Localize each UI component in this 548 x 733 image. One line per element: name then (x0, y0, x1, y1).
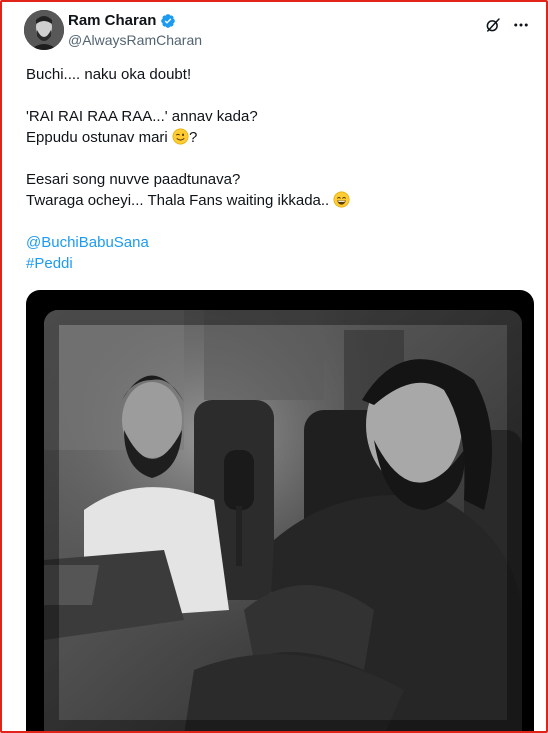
winking-face-emoji-icon (172, 128, 189, 145)
more-options-icon[interactable] (512, 16, 530, 34)
author-name-row: Ram Charan (68, 12, 176, 29)
author-handle[interactable]: @AlwaysRamCharan (68, 32, 202, 48)
tweet-text: Buchi.... naku oka doubt! 'RAI RAI RAA R… (26, 64, 526, 274)
tweet-card: Ram Charan @AlwaysRamCharan Buchi.... na… (0, 0, 548, 733)
video-frame[interactable] (44, 310, 522, 731)
tweet-line-text: Twaraga ocheyi... Thala Fans waiting ikk… (26, 192, 330, 209)
tweet-line-text: Eppudu ostunav mari (26, 129, 168, 146)
avatar[interactable] (24, 10, 64, 50)
tweet-media[interactable] (26, 290, 534, 731)
tweet-line: Eesari song nuvve paadtunava? (26, 171, 241, 188)
tweet-header: Ram Charan @AlwaysRamCharan (24, 10, 530, 54)
tweet-line: Eppudu ostunav mari ? (26, 127, 526, 148)
tweet-line: Twaraga ocheyi... Thala Fans waiting ikk… (26, 190, 526, 211)
hashtag-link[interactable]: #Peddi (26, 253, 526, 274)
tweet-line: Buchi.... naku oka doubt! (26, 66, 192, 83)
verified-badge-icon (160, 13, 176, 29)
grinning-face-emoji-icon (333, 191, 350, 208)
tweet-line-suffix: ? (188, 129, 198, 146)
mention-link[interactable]: @BuchiBabuSana (26, 232, 526, 253)
author-display-name[interactable]: Ram Charan (68, 12, 156, 29)
grok-icon[interactable] (484, 16, 502, 34)
tweet-line: 'RAI RAI RAA RAA...' annav kada? (26, 108, 258, 125)
